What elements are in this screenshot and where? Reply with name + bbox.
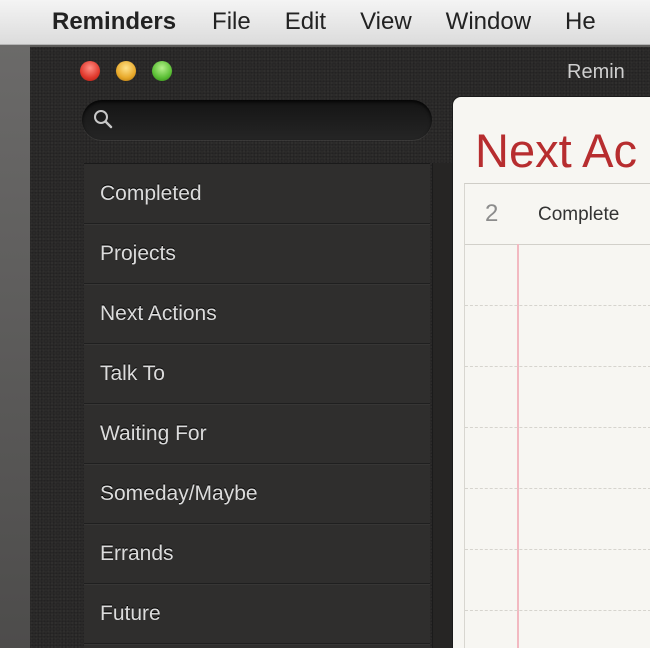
ruled-line	[465, 488, 650, 489]
sidebar-item-future[interactable]: Future	[84, 584, 430, 644]
window-title: Remin	[567, 61, 625, 83]
sidebar-item-label: Waiting For	[100, 421, 207, 445]
menu-help[interactable]: He	[565, 8, 596, 36]
window-edge	[30, 45, 650, 47]
desktop-background	[0, 45, 30, 648]
menu-file[interactable]: File	[212, 8, 251, 36]
ruled-line	[465, 427, 650, 428]
sidebar-item-label: Talk To	[100, 361, 165, 385]
close-window-button[interactable]	[80, 61, 100, 81]
sidebar-item-label: Projects	[100, 241, 176, 265]
reminder-lines: 2 Complete	[464, 183, 650, 648]
sidebar-item-errands[interactable]: Errands	[84, 524, 430, 584]
ruled-line	[465, 610, 650, 611]
completed-row[interactable]: 2 Complete	[465, 184, 650, 245]
sidebar-item-someday-maybe[interactable]: Someday/Maybe	[84, 464, 430, 524]
sidebar-item-projects[interactable]: Projects	[84, 224, 430, 284]
minimize-window-button[interactable]	[116, 61, 136, 81]
sidebar-scrollbar[interactable]	[432, 163, 453, 648]
sidebar-item-label: Next Actions	[100, 301, 217, 325]
sidebar-item-next-actions[interactable]: Next Actions	[84, 284, 430, 344]
sidebar-item-talk-to[interactable]: Talk To	[84, 344, 430, 404]
lists-sidebar: Completed Projects Next Actions Talk To …	[84, 163, 430, 648]
menu-window[interactable]: Window	[446, 8, 531, 36]
sidebar-item-label: Someday/Maybe	[100, 481, 258, 505]
ruled-line	[465, 366, 650, 367]
completed-count: 2	[485, 200, 499, 227]
search-icon	[94, 110, 113, 129]
sidebar-item-completed[interactable]: Completed	[84, 164, 430, 224]
menu-app-reminders[interactable]: Reminders	[52, 8, 176, 36]
sidebar-item-label: Completed	[100, 181, 202, 205]
ruled-line	[465, 549, 650, 550]
completed-label: Complete	[538, 204, 620, 225]
zoom-window-button[interactable]	[152, 61, 172, 81]
menu-edit[interactable]: Edit	[285, 8, 326, 36]
reminders-window: Remin Completed Projects Next Actions Ta…	[30, 45, 650, 648]
ruled-line	[465, 305, 650, 306]
search-input[interactable]	[120, 106, 424, 136]
menu-bar: Reminders File Edit View Window He	[0, 0, 650, 45]
reminder-list-page: Next Ac 2 Complete	[453, 97, 650, 648]
menu-view[interactable]: View	[360, 8, 412, 36]
sidebar-item-waiting-for[interactable]: Waiting For	[84, 404, 430, 464]
sidebar-item-label: Future	[100, 601, 161, 625]
sidebar-item-label: Errands	[100, 541, 174, 565]
search-field[interactable]	[82, 100, 432, 140]
list-title: Next Ac	[475, 124, 637, 177]
